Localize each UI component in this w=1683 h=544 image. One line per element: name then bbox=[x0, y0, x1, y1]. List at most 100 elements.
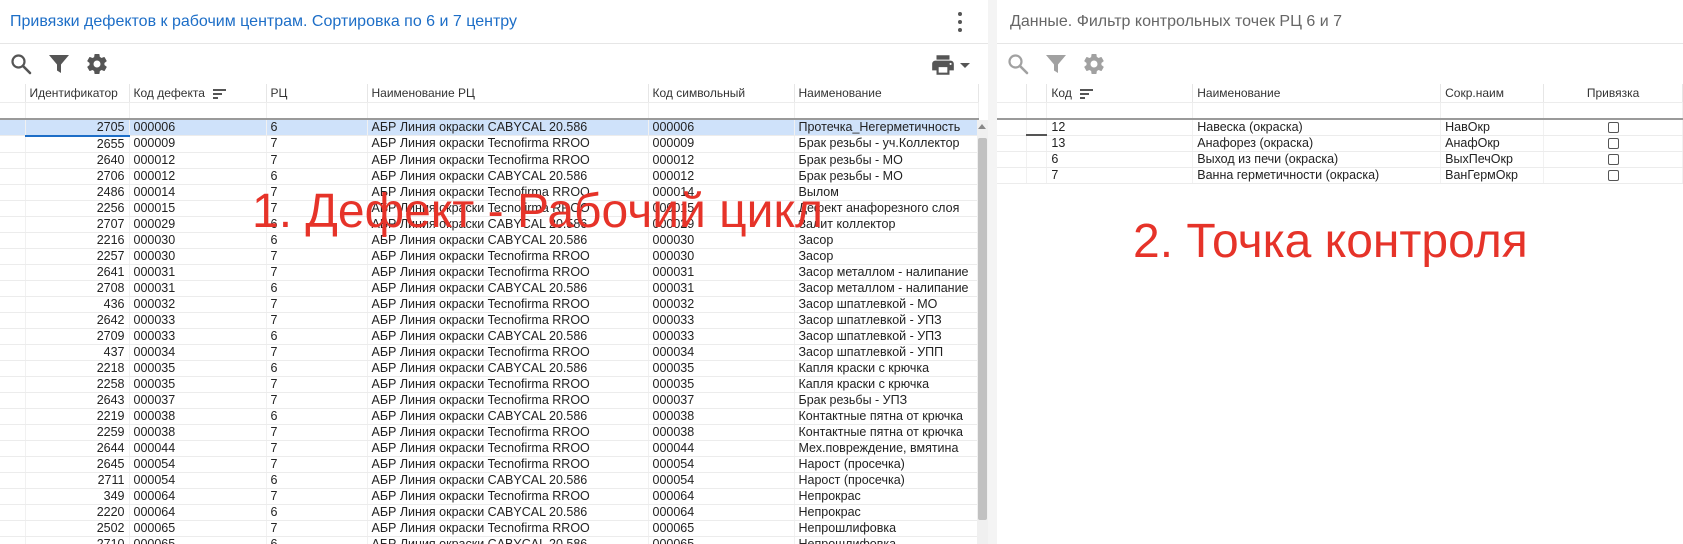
column-header-symbol-code[interactable]: Код символьный bbox=[648, 84, 795, 103]
row-marker[interactable] bbox=[997, 135, 1028, 152]
row-marker[interactable] bbox=[0, 504, 26, 521]
row-marker[interactable] bbox=[0, 200, 26, 217]
row-marker[interactable] bbox=[0, 312, 26, 329]
table-row[interactable]: 2502 000065 7 АБР Линия окраски Tecnofirma … bbox=[0, 520, 979, 537]
table-row[interactable]: 2707 000029 6 АБР Линия окраски CABYCAL 20.… bbox=[0, 216, 979, 233]
table-row[interactable]: 436 000032 7 АБР Линия окраски Tecnofirma R… bbox=[0, 296, 979, 313]
column-header-name[interactable]: Наименование bbox=[794, 84, 979, 103]
table-row[interactable]: 2708 000031 6 АБР Линия окраски CABYCAL 20.… bbox=[0, 280, 979, 297]
binding-checkbox[interactable] bbox=[1607, 153, 1619, 165]
row-marker[interactable] bbox=[0, 328, 26, 345]
row-marker[interactable] bbox=[0, 118, 26, 136]
table-row[interactable]: 349 000064 7 АБР Линия окраски Tecnofirma R… bbox=[0, 488, 979, 505]
row-marker[interactable] bbox=[1026, 118, 1048, 136]
table-row[interactable]: 2641 000031 7 АБР Линия окраски Tecnofirma … bbox=[0, 264, 979, 281]
table-row[interactable]: 2219 000038 6 АБР Линия окраски CABYCAL 20.… bbox=[0, 408, 979, 425]
scroll-up-icon[interactable] bbox=[978, 124, 986, 129]
column-header-wc-name[interactable]: Наименование РЦ bbox=[367, 84, 649, 103]
table-row[interactable]: 2644 000044 7 АБР Линия окраски Tecnofirma … bbox=[0, 440, 979, 457]
row-marker[interactable] bbox=[0, 280, 26, 297]
row-marker[interactable] bbox=[0, 408, 26, 425]
table-row[interactable]: 2257 000030 7 АБР Линия окраски Tecnofirma … bbox=[0, 248, 979, 265]
row-marker[interactable] bbox=[0, 344, 26, 361]
row-marker[interactable] bbox=[0, 440, 26, 457]
binding-checkbox[interactable] bbox=[1607, 137, 1619, 149]
table-row[interactable]: 437 000034 7 АБР Линия окраски Tecnofirma R… bbox=[0, 344, 979, 361]
filter-icon[interactable] bbox=[1043, 51, 1069, 77]
filter-cell[interactable] bbox=[367, 102, 649, 120]
column-header-id[interactable]: Идентификатор bbox=[25, 84, 130, 103]
filter-cell[interactable] bbox=[648, 102, 795, 120]
filter-cell[interactable] bbox=[1440, 102, 1545, 120]
column-header-name[interactable]: Наименование bbox=[1192, 84, 1442, 103]
column-header-binding[interactable]: Привязка bbox=[1543, 84, 1683, 103]
column-header-code[interactable]: Код bbox=[1046, 84, 1194, 103]
row-marker[interactable] bbox=[1026, 167, 1048, 184]
table-row[interactable]: 2711 000054 6 АБР Линия окраски CABYCAL 20.… bbox=[0, 472, 979, 489]
table-row[interactable]: 2220 000064 6 АБР Линия окраски CABYCAL 20.… bbox=[0, 504, 979, 521]
table-row[interactable]: 12 Навеска (окраска) НавОкр bbox=[997, 118, 1683, 136]
row-marker[interactable] bbox=[0, 264, 26, 281]
table-row[interactable]: 2640 000012 7 АБР Линия окраски Tecnofirma … bbox=[0, 152, 979, 169]
row-marker[interactable] bbox=[0, 456, 26, 473]
filter-cell[interactable] bbox=[129, 102, 267, 120]
kebab-menu-icon[interactable] bbox=[956, 12, 964, 32]
row-marker[interactable] bbox=[997, 167, 1028, 184]
filter-cell[interactable] bbox=[794, 102, 979, 120]
row-marker[interactable] bbox=[1026, 135, 1048, 152]
row-marker[interactable] bbox=[0, 536, 26, 544]
table-row[interactable]: 2645 000054 7 АБР Линия окраски Tecnofirma … bbox=[0, 456, 979, 473]
scroll-thumb[interactable] bbox=[978, 138, 987, 520]
table-row[interactable]: 2710 000065 6 АБР Линия окраски CABYCAL 20.… bbox=[0, 536, 979, 544]
row-marker[interactable] bbox=[0, 520, 26, 537]
table-row[interactable]: 7 Ванна герметичности (окраска) ВанГермОкр bbox=[997, 167, 1683, 184]
row-marker[interactable] bbox=[0, 488, 26, 505]
row-marker[interactable] bbox=[0, 135, 26, 153]
filter-cell[interactable] bbox=[1543, 102, 1683, 120]
row-marker[interactable] bbox=[0, 152, 26, 169]
table-row[interactable]: 2259 000038 7 АБР Линия окраски Tecnofirma … bbox=[0, 424, 979, 441]
table-row[interactable]: 2709 000033 6 АБР Линия окраски CABYCAL 20.… bbox=[0, 328, 979, 345]
row-marker[interactable] bbox=[997, 151, 1028, 168]
column-header-defect-code[interactable]: Код дефекта bbox=[129, 84, 267, 103]
row-marker[interactable] bbox=[997, 118, 1028, 136]
filter-cell[interactable] bbox=[266, 102, 368, 120]
binding-checkbox[interactable] bbox=[1607, 121, 1619, 133]
table-row[interactable]: 2486 000014 7 АБР Линия окраски Tecnofirma … bbox=[0, 184, 979, 201]
row-marker[interactable] bbox=[0, 392, 26, 409]
row-marker[interactable] bbox=[0, 376, 26, 393]
table-row[interactable]: 2705 000006 6 АБР Линия окраски CABYCAL 20.… bbox=[0, 118, 979, 137]
vertical-scrollbar[interactable] bbox=[977, 120, 988, 544]
binding-checkbox[interactable] bbox=[1607, 169, 1619, 181]
table-row[interactable]: 2655 000009 7 АБР Линия окраски Tecnofirma … bbox=[0, 135, 979, 153]
column-header-wc[interactable]: РЦ bbox=[266, 84, 368, 103]
row-marker[interactable] bbox=[0, 360, 26, 377]
row-marker[interactable] bbox=[0, 216, 26, 233]
table-row[interactable]: 2258 000035 7 АБР Линия окраски Tecnofirma … bbox=[0, 376, 979, 393]
filter-cell[interactable] bbox=[1046, 102, 1194, 120]
row-marker[interactable] bbox=[0, 232, 26, 249]
table-row[interactable]: 2218 000035 6 АБР Линия окраски CABYCAL 20.… bbox=[0, 360, 979, 377]
chevron-down-icon[interactable] bbox=[960, 62, 970, 68]
filter-cell[interactable] bbox=[25, 102, 130, 120]
row-marker[interactable] bbox=[1026, 151, 1048, 168]
table-row[interactable]: 2706 000012 6 АБР Линия окраски CABYCAL 20.… bbox=[0, 168, 979, 185]
table-row[interactable]: 13 Анафорез (окраска) АнафОкр bbox=[997, 135, 1683, 152]
row-marker[interactable] bbox=[0, 184, 26, 201]
table-row[interactable]: 2256 000015 7 АБР Линия окраски Tecnofirma … bbox=[0, 200, 979, 217]
filter-icon[interactable] bbox=[46, 51, 72, 77]
print-button[interactable] bbox=[930, 52, 970, 78]
row-marker[interactable] bbox=[0, 168, 26, 185]
filter-cell[interactable] bbox=[1192, 102, 1442, 120]
column-header-short-name[interactable]: Сокр.наим bbox=[1440, 84, 1545, 103]
search-icon[interactable] bbox=[1005, 51, 1031, 77]
row-marker[interactable] bbox=[0, 472, 26, 489]
settings-icon[interactable] bbox=[1081, 51, 1107, 77]
row-marker[interactable] bbox=[0, 296, 26, 313]
table-row[interactable]: 2642 000033 7 АБР Линия окраски Tecnofirma … bbox=[0, 312, 979, 329]
row-marker[interactable] bbox=[0, 424, 26, 441]
search-icon[interactable] bbox=[8, 51, 34, 77]
table-row[interactable]: 2216 000030 6 АБР Линия окраски CABYCAL 20.… bbox=[0, 232, 979, 249]
table-row[interactable]: 6 Выход из печи (окраска) ВыхПечОкр bbox=[997, 151, 1683, 168]
row-marker[interactable] bbox=[0, 248, 26, 265]
